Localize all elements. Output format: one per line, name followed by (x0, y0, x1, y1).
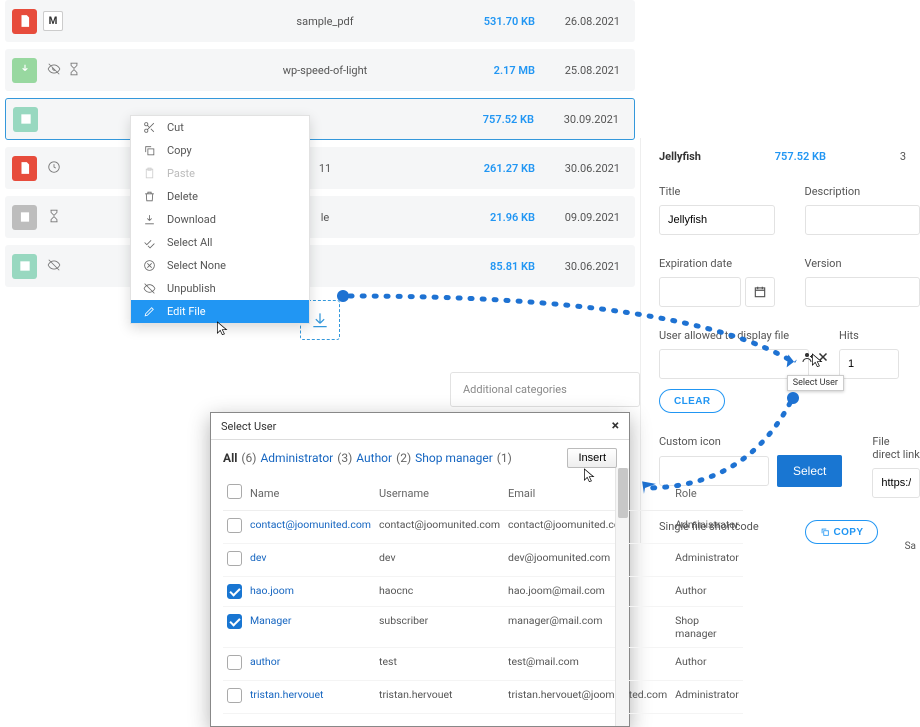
pdf-icon (12, 156, 37, 181)
jpg-icon (12, 254, 37, 279)
hourglass-icon (47, 209, 61, 226)
cursor-icon (216, 320, 230, 341)
file-row[interactable]: 757.52 KB 30.09.2021 (5, 98, 635, 140)
direct-link-label: File direct link (872, 435, 920, 461)
file-list-panel: M sample_pdf 531.70 KB 26.08.2021 wp-spe… (5, 0, 635, 294)
checkbox-all[interactable] (227, 484, 242, 499)
ctx-paste: Paste (131, 162, 309, 185)
context-menu: Cut Copy Paste Delete Download Select Al… (130, 115, 310, 324)
hourglass-icon (67, 62, 81, 79)
file-row[interactable]: 11 261.27 KB 30.06.2021 (5, 147, 635, 189)
badge-m: M (43, 11, 63, 31)
checkbox[interactable] (227, 655, 242, 670)
copy-button[interactable]: COPY (805, 520, 879, 544)
detail-date: 3 (900, 150, 906, 163)
file-icon (12, 205, 37, 230)
jpg-icon (13, 107, 38, 132)
clock-icon (47, 160, 61, 177)
table-row[interactable]: authortesttest@mail.comAuthor (223, 648, 743, 681)
file-size: 21.96 KB (490, 211, 535, 224)
user-table: Name Username Email Role contact@joomuni… (223, 476, 743, 714)
ctx-cut[interactable]: Cut (131, 116, 309, 139)
ctx-select-all[interactable]: Select All (131, 231, 309, 254)
direct-link-input[interactable] (872, 468, 920, 498)
file-row[interactable]: le 21.96 KB 09.09.2021 (5, 196, 635, 238)
expiration-label: Expiration date (659, 257, 775, 270)
table-row[interactable]: hao.joomhaocnchao.joom@mail.comAuthor (223, 577, 743, 607)
file-row[interactable]: M sample_pdf 531.70 KB 26.08.2021 (5, 0, 635, 42)
file-date: 30.06.2021 (565, 162, 620, 175)
eye-off-icon (47, 62, 61, 79)
file-name: wp-speed-of-light (235, 64, 415, 77)
ctx-download[interactable]: Download (131, 208, 309, 231)
ctx-copy[interactable]: Copy (131, 139, 309, 162)
file-date: 09.09.2021 (565, 211, 620, 224)
ctx-unpublish[interactable]: Unpublish (131, 277, 309, 300)
zip-icon (12, 58, 37, 83)
close-icon[interactable]: × (612, 418, 619, 434)
filter-shop-manager[interactable]: Shop manager (415, 451, 493, 465)
table-row[interactable]: contact@joomunited.comcontact@joomunited… (223, 511, 743, 544)
file-date: 26.08.2021 (565, 15, 620, 28)
file-size: 2.17 MB (494, 64, 535, 77)
table-row[interactable]: Managersubscribermanager@mail.comShop ma… (223, 607, 743, 648)
checkbox[interactable] (227, 518, 242, 533)
sa-text: Sa (905, 541, 916, 552)
col-username[interactable]: Username (375, 476, 504, 511)
checkbox[interactable] (227, 688, 242, 703)
title-input[interactable] (659, 205, 775, 235)
col-name[interactable]: Name (246, 476, 375, 511)
file-size: 261.27 KB (484, 162, 535, 175)
scrollbar[interactable] (615, 468, 629, 726)
title-label: Title (659, 185, 775, 198)
file-row[interactable]: 85.81 KB 30.06.2021 (5, 245, 635, 287)
detail-size: 757.52 KB (775, 150, 826, 163)
modal-filters: All(6) Administrator(3) Author(2) Shop m… (211, 440, 629, 476)
checkbox[interactable] (227, 584, 242, 599)
file-row[interactable]: wp-speed-of-light 2.17 MB 25.08.2021 (5, 49, 635, 91)
filter-all[interactable]: All (223, 451, 237, 465)
eye-off-icon (47, 258, 61, 275)
pdf-icon (12, 9, 37, 34)
description-label: Description (805, 185, 920, 198)
cursor-icon (583, 467, 597, 488)
ctx-delete[interactable]: Delete (131, 185, 309, 208)
detail-name: Jellyfish (659, 150, 701, 163)
filter-author[interactable]: Author (356, 451, 392, 465)
file-date: 25.08.2021 (565, 64, 620, 77)
filter-administrator[interactable]: Administrator (260, 451, 333, 465)
ctx-select-none[interactable]: Select None (131, 254, 309, 277)
file-size: 531.70 KB (484, 15, 535, 28)
hits-input[interactable] (839, 349, 899, 379)
select-user-modal: Select User × All(6) Administrator(3) Au… (210, 412, 630, 727)
checkbox[interactable] (227, 614, 242, 629)
version-label: Version (805, 257, 920, 270)
hits-label: Hits (839, 329, 920, 342)
insert-button[interactable]: Insert (567, 448, 617, 468)
checkbox[interactable] (227, 551, 242, 566)
col-role[interactable]: Role (671, 476, 743, 511)
modal-title: Select User (221, 420, 276, 433)
file-name: sample_pdf (235, 15, 415, 28)
file-size: 757.52 KB (483, 113, 534, 126)
file-date: 30.06.2021 (565, 260, 620, 273)
table-row[interactable]: devdevdev@joomunited.comAdministrator (223, 544, 743, 577)
file-date: 30.09.2021 (564, 113, 619, 126)
description-input[interactable] (805, 205, 920, 235)
file-size: 85.81 KB (490, 260, 535, 273)
